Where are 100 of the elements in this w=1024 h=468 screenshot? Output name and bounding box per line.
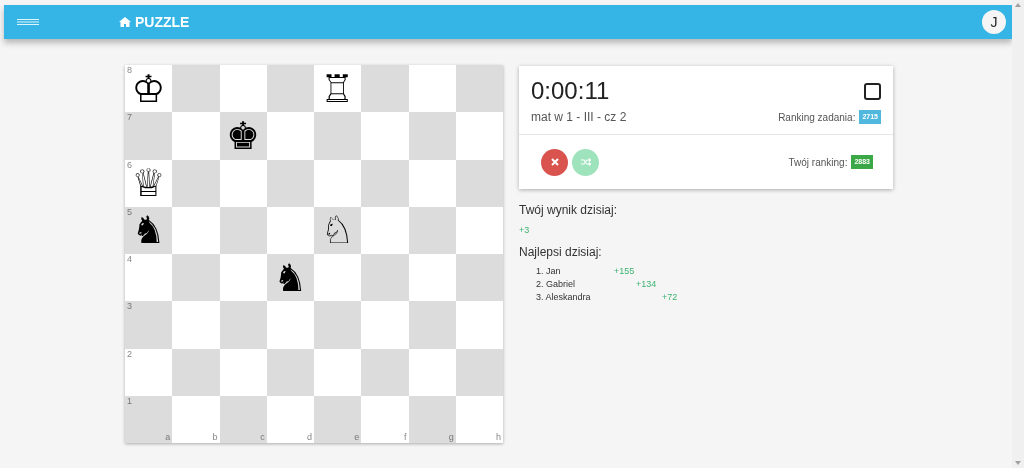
chess-piece[interactable]: ♞: [273, 257, 308, 298]
scroll-up-icon[interactable]: [1015, 3, 1021, 7]
board-square[interactable]: [172, 65, 220, 113]
board-square[interactable]: [361, 301, 409, 349]
board-square[interactable]: [361, 65, 409, 113]
board-square[interactable]: [408, 65, 456, 113]
board-square[interactable]: [361, 348, 409, 396]
board-square[interactable]: [408, 206, 456, 254]
board-square[interactable]: g: [408, 395, 456, 443]
board-square[interactable]: [219, 348, 267, 396]
board-square[interactable]: ♘: [314, 206, 362, 254]
board-square[interactable]: 7: [125, 112, 173, 160]
board-square[interactable]: ♞: [266, 254, 314, 302]
board-square[interactable]: e: [314, 395, 362, 443]
chess-piece[interactable]: ♚: [226, 115, 261, 156]
board-square[interactable]: 3: [125, 301, 173, 349]
board-square[interactable]: [219, 65, 267, 113]
board-square[interactable]: [455, 112, 503, 160]
board-square[interactable]: h: [455, 395, 503, 443]
chess-piece[interactable]: ♘: [320, 210, 355, 251]
board-square[interactable]: [408, 301, 456, 349]
board-square[interactable]: [314, 301, 362, 349]
board-square[interactable]: [172, 301, 220, 349]
board-square[interactable]: c: [219, 395, 267, 443]
scrollbar[interactable]: [1012, 0, 1024, 468]
board-square[interactable]: [266, 112, 314, 160]
board-square[interactable]: [455, 254, 503, 302]
board-square[interactable]: d: [266, 395, 314, 443]
leader-name: 3. Aleskandra: [536, 290, 592, 304]
puzzle-name: mat w 1 - III - cz 2: [531, 109, 627, 126]
file-label: h: [496, 432, 501, 443]
chess-piece[interactable]: ♔: [131, 68, 166, 109]
board-square[interactable]: [219, 159, 267, 207]
board-square[interactable]: 1 a: [125, 395, 173, 443]
rank-label: 7: [127, 112, 132, 124]
board-square[interactable]: [455, 65, 503, 113]
board-square[interactable]: b: [172, 395, 220, 443]
rank-label: 4: [127, 254, 132, 265]
chess-piece[interactable]: ♞: [131, 210, 166, 251]
board-square[interactable]: [172, 159, 220, 207]
timer: 0:00:11: [531, 77, 610, 105]
board-square[interactable]: [219, 254, 267, 302]
rank-label: 6: [127, 159, 132, 171]
rank-label: 5: [127, 206, 132, 218]
file-label: b: [212, 432, 218, 443]
board-square[interactable]: 4: [125, 254, 173, 302]
today-score-label: Twój wynik dzisiaj:: [519, 202, 619, 219]
task-ranking-label: Ranking zadania:: [778, 110, 856, 125]
board-square[interactable]: ♖: [314, 65, 362, 113]
board-square[interactable]: [314, 159, 362, 207]
board-square[interactable]: [219, 301, 267, 349]
board-square[interactable]: [361, 112, 409, 160]
board-square[interactable]: [314, 112, 362, 160]
your-ranking-label: Twój ranking:: [788, 155, 848, 170]
board-square[interactable]: [408, 159, 456, 207]
board-square[interactable]: [314, 348, 362, 396]
file-label: c: [260, 432, 265, 443]
leader-score: +134: [636, 277, 657, 291]
board-square[interactable]: [361, 159, 409, 207]
board-square[interactable]: [219, 206, 267, 254]
file-label: f: [404, 432, 407, 443]
board-square[interactable]: [266, 301, 314, 349]
chess-piece[interactable]: ♖: [320, 68, 355, 109]
board-square[interactable]: [266, 159, 314, 207]
give-up-button[interactable]: [541, 148, 568, 176]
board-square[interactable]: [455, 206, 503, 254]
board-square[interactable]: f: [361, 395, 409, 443]
chess-piece[interactable]: ♕: [131, 163, 166, 204]
close-icon: [550, 158, 559, 166]
rank-label: 1: [127, 395, 132, 407]
file-label: a: [165, 432, 171, 443]
scroll-down-icon[interactable]: [1015, 461, 1021, 465]
user-avatar[interactable]: J: [982, 10, 1006, 34]
board-square[interactable]: [455, 348, 503, 396]
board-square[interactable]: [408, 112, 456, 160]
board-square[interactable]: ♚: [219, 112, 267, 160]
board-square[interactable]: [266, 65, 314, 113]
board-square[interactable]: 2: [125, 348, 173, 396]
board-square[interactable]: [266, 206, 314, 254]
board-square[interactable]: [314, 254, 362, 302]
board-square[interactable]: [408, 348, 456, 396]
file-label: e: [354, 432, 360, 443]
best-today-label: Najlepsi dzisiaj:: [519, 243, 603, 261]
solved-checkbox[interactable]: [864, 82, 881, 100]
rank-label: 2: [127, 348, 132, 360]
board-square[interactable]: [455, 301, 503, 349]
board-square[interactable]: [361, 206, 409, 254]
board-square[interactable]: [172, 112, 220, 160]
board-square[interactable]: [455, 159, 503, 207]
file-label: g: [448, 432, 454, 443]
board-square[interactable]: [172, 206, 220, 254]
leader-score: +72: [662, 290, 678, 304]
board-square[interactable]: [266, 348, 314, 396]
board-square[interactable]: [172, 254, 220, 302]
board-square[interactable]: [172, 348, 220, 396]
home-icon[interactable]: [119, 17, 131, 27]
board-square[interactable]: [408, 254, 456, 302]
menu-icon[interactable]: [17, 19, 39, 25]
leader-name: 1. Jan: [536, 264, 562, 278]
board-square[interactable]: [361, 254, 409, 302]
